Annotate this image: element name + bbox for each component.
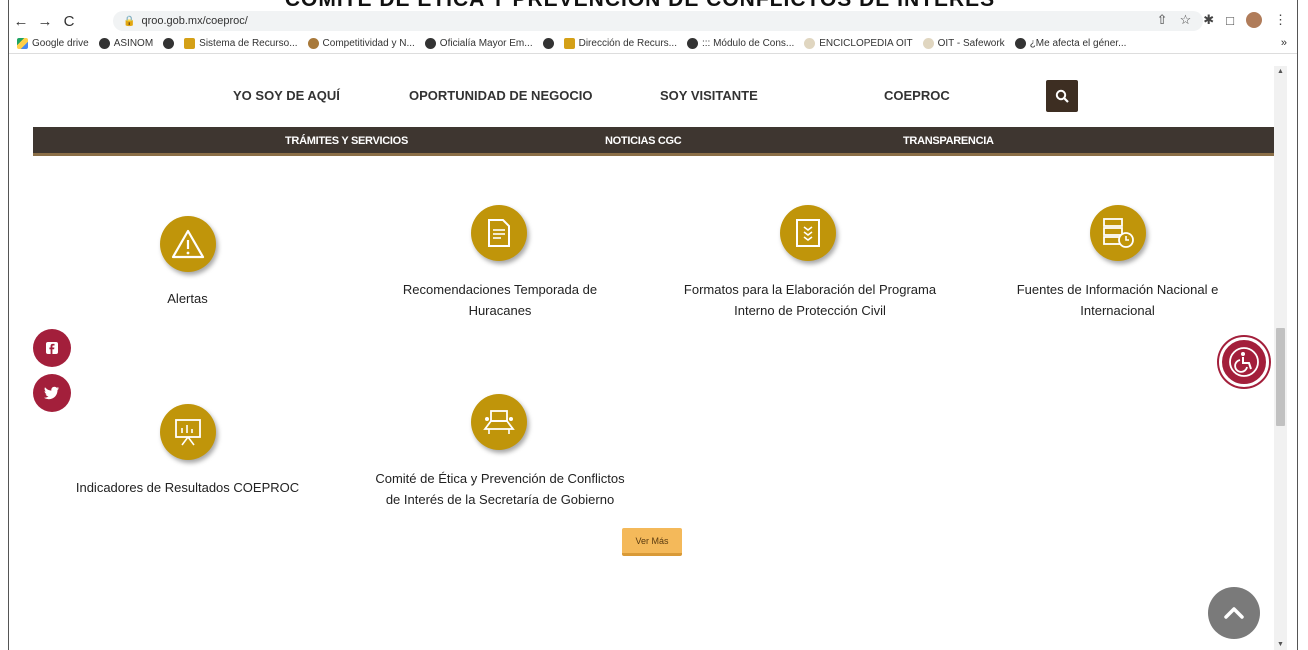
presentation-chart-icon[interactable] [160,404,216,460]
share-icon[interactable]: ⇧ [1157,12,1168,28]
more-bookmarks-icon[interactable]: » [1281,37,1287,49]
site-top-nav: YO SOY DE AQUÍ OPORTUNIDAD DE NEGOCIO SO… [9,80,1274,114]
nav-tramites-y-servicios[interactable]: TRÁMITES Y SERVICIOS [285,135,408,147]
card-fuentes-label[interactable]: Fuentes de Información Nacional e Intern… [995,279,1240,321]
scroll-up-arrow-icon[interactable]: ▲ [1274,68,1287,75]
reload-icon[interactable]: C [57,13,81,30]
bookmark-item[interactable]: Dirección de Recurs... [563,37,677,49]
sidepanel-icon[interactable]: □ [1226,13,1234,28]
scroll-to-top-button[interactable] [1208,587,1260,639]
extensions-icon[interactable]: ✱ [1203,12,1214,28]
browser-actions: ⇧ ☆ ✱ □ ⋮ [1157,12,1287,28]
nav-soy-visitante[interactable]: SOY VISITANTE [660,88,758,103]
forward-icon[interactable]: → [33,13,57,30]
scroll-down-arrow-icon[interactable]: ▼ [1274,641,1287,648]
globe-icon [424,37,436,49]
nav-transparencia[interactable]: TRANSPARENCIA [903,135,994,147]
bookmark-item[interactable] [542,37,554,49]
globe-icon [686,37,698,49]
site-favicon-icon [922,37,934,49]
profile-avatar[interactable] [1246,12,1262,28]
chevron-up-icon [1224,607,1244,619]
scrollbar-thumb[interactable] [1276,328,1285,426]
site-favicon-icon [804,37,816,49]
url-text: qroo.gob.mx/coeproc/ [141,15,248,27]
globe-icon [98,37,110,49]
nav-yo-soy-de-aqui[interactable]: YO SOY DE AQUÍ [233,88,340,103]
nav-oportunidad-de-negocio[interactable]: OPORTUNIDAD DE NEGOCIO [409,88,592,103]
database-clock-icon[interactable] [1090,205,1146,261]
accessibility-button[interactable] [1219,337,1269,387]
card-indicadores-label[interactable]: Indicadores de Resultados COEPROC [60,477,315,498]
page-scrollbar[interactable]: ▲ ▼ [1274,66,1287,650]
site-favicon-icon [307,37,319,49]
document-icon[interactable] [471,205,527,261]
bookmark-item[interactable]: ::: Módulo de Cons... [686,37,794,49]
search-icon [1055,89,1069,103]
site-favicon-icon [563,37,575,49]
bookmark-item[interactable]: Oficialía Mayor Em... [424,37,533,49]
facebook-button[interactable] [33,329,71,367]
wheelchair-icon [1229,347,1259,377]
card-alertas-label[interactable]: Alertas [100,288,275,309]
bookmark-star-icon[interactable]: ☆ [1180,12,1192,28]
lock-icon: 🔒 [123,15,136,27]
checklist-icon[interactable] [780,205,836,261]
screenshot-frame: COMITÉ DE ÉTICA Y PREVENCIÓN DE CONFLICT… [0,0,1308,650]
bookmark-item[interactable]: ASINOM [98,37,153,49]
bookmark-item[interactable]: OIT - Safework [922,37,1005,49]
meeting-table-icon[interactable] [471,394,527,450]
menu-kebab-icon[interactable]: ⋮ [1274,12,1287,28]
frame-right-border [1297,0,1298,650]
ver-mas-button[interactable]: Ver Más [622,528,682,556]
site-favicon-icon [184,37,196,49]
nav-coeproc[interactable]: COEPROC [884,88,950,103]
bookmark-item[interactable]: Google drive [17,37,89,49]
address-bar[interactable]: 🔒 qroo.gob.mx/coeproc/ [113,11,1203,31]
card-huracanes-label[interactable]: Recomendaciones Temporada de Huracanes [370,279,630,321]
bookmarks-bar: Google drive ASINOM Sistema de Recurso..… [9,33,1297,54]
twitter-icon [44,386,59,400]
secondary-nav: TRÁMITES Y SERVICIOS NOTICIAS CGC TRANSP… [33,127,1274,156]
globe-icon [542,37,554,49]
google-drive-icon [17,37,28,49]
globe-icon [163,37,175,49]
bookmark-item[interactable]: ¿Me afecta el géner... [1014,37,1126,49]
bookmark-item[interactable]: Sistema de Recurso... [184,37,298,49]
card-comite-label[interactable]: Comité de Ética y Prevención de Conflict… [355,468,645,510]
facebook-icon [46,342,58,354]
page-heading-cut: COMITÉ DE ÉTICA Y PREVENCIÓN DE CONFLICT… [200,0,1080,10]
bookmark-item[interactable]: ENCICLOPEDIA OIT [804,37,913,49]
bookmark-item[interactable] [163,37,175,49]
globe-icon [1014,37,1026,49]
twitter-button[interactable] [33,374,71,412]
bookmark-item[interactable]: Competitividad y N... [307,37,415,49]
search-button[interactable] [1046,80,1078,112]
nav-noticias-cgc[interactable]: NOTICIAS CGC [605,135,682,147]
alert-icon[interactable] [160,216,216,272]
card-formatos-label[interactable]: Formatos para la Elaboración del Program… [660,279,960,321]
back-icon[interactable]: ← [9,13,33,30]
browser-toolbar: ← → C 🔒 qroo.gob.mx/coeproc/ ⇧ ☆ ✱ □ ⋮ [9,10,1297,32]
